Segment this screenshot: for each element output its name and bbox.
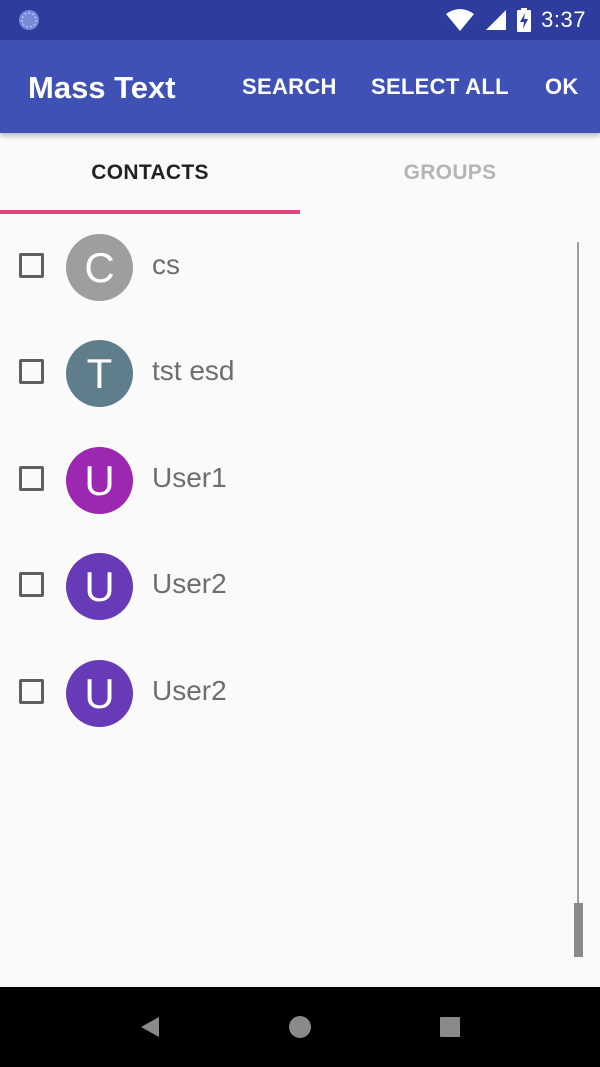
avatar-initial: U xyxy=(84,669,115,717)
signal-icon xyxy=(486,10,507,30)
wifi-icon xyxy=(446,9,475,31)
avatar-initial: U xyxy=(84,456,115,504)
recents-icon xyxy=(440,1017,460,1037)
tab-groups-label: GROUPS xyxy=(403,161,497,184)
contact-checkbox[interactable] xyxy=(19,253,44,278)
scrollbar-thumb[interactable] xyxy=(574,903,583,957)
contact-checkbox[interactable] xyxy=(19,679,44,704)
home-icon xyxy=(289,1016,311,1038)
back-button[interactable] xyxy=(120,987,180,1067)
contact-name: tst esd xyxy=(152,355,235,386)
avatar-initial: T xyxy=(86,349,113,397)
tab-indicator xyxy=(0,210,300,214)
home-button[interactable] xyxy=(270,987,330,1067)
contact-name: User1 xyxy=(152,462,227,493)
contact-checkbox[interactable] xyxy=(19,572,44,597)
navigation-bar xyxy=(0,987,600,1067)
avatar: U xyxy=(66,660,133,727)
contact-checkbox[interactable] xyxy=(19,466,44,491)
scrollbar-track[interactable] xyxy=(577,242,579,957)
app-title: Mass Text xyxy=(28,70,176,105)
contact-name: User2 xyxy=(152,568,227,599)
avatar: U xyxy=(66,553,133,620)
app-notification-icon xyxy=(19,10,39,30)
recents-button[interactable] xyxy=(420,987,480,1067)
avatar-initial: U xyxy=(84,562,115,610)
contact-name: User2 xyxy=(152,675,227,706)
search-button[interactable]: SEARCH xyxy=(242,74,337,100)
ok-button[interactable]: OK xyxy=(545,74,579,100)
tab-groups[interactable]: GROUPS xyxy=(300,133,600,213)
status-bar: 3:37 xyxy=(0,0,600,40)
tab-contacts-label: CONTACTS xyxy=(91,161,209,184)
avatar: T xyxy=(66,340,133,407)
back-icon xyxy=(141,1017,159,1037)
select-all-button[interactable]: SELECT ALL xyxy=(371,74,509,100)
contact-name: cs xyxy=(152,249,180,280)
tab-bar: CONTACTS GROUPS xyxy=(0,133,600,214)
contact-row[interactable]: T tst esd xyxy=(0,340,560,446)
battery-charging-icon xyxy=(517,8,532,32)
contact-row[interactable]: U User1 xyxy=(0,447,560,553)
contact-row[interactable]: U User2 xyxy=(0,660,560,766)
app-bar: Mass Text SEARCH SELECT ALL OK xyxy=(0,40,600,133)
avatar: C xyxy=(66,234,133,301)
avatar: U xyxy=(66,447,133,514)
avatar-initial: C xyxy=(84,243,115,291)
contact-row[interactable]: C cs xyxy=(0,234,560,340)
contact-row[interactable]: U User2 xyxy=(0,553,560,659)
contact-checkbox[interactable] xyxy=(19,359,44,384)
status-time: 3:37 xyxy=(541,7,586,32)
tab-contacts[interactable]: CONTACTS xyxy=(0,133,300,213)
